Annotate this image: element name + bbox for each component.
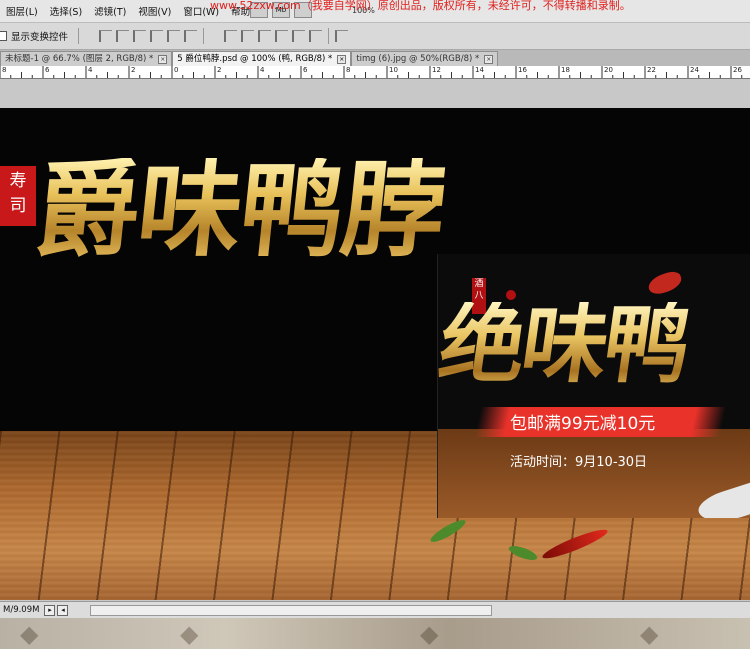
- ruler-number: 2: [131, 66, 136, 74]
- ruler-number: 24: [690, 66, 699, 74]
- bg-glyph: ◆: [420, 620, 439, 648]
- distribute-left-icon[interactable]: [275, 30, 289, 42]
- promo-text: 包邮满99元减10元: [510, 414, 656, 434]
- ruler-number: 6: [45, 66, 50, 74]
- scroll-left-arrow[interactable]: ◂: [57, 604, 69, 616]
- ruler-number: 20: [604, 66, 613, 74]
- show-transform-label: 显示变换控件: [11, 32, 69, 43]
- menu-filter[interactable]: 滤镜(T): [88, 4, 132, 18]
- distribute-right-icon[interactable]: [309, 30, 323, 42]
- close-icon[interactable]: ×: [337, 54, 347, 64]
- ruler-number: 10: [389, 66, 398, 74]
- align-vcenter-icon[interactable]: [116, 30, 130, 42]
- ruler-number: 22: [647, 66, 656, 74]
- align-buttons: [99, 30, 198, 42]
- ruler-number: 14: [475, 66, 484, 74]
- ruler-number: 26: [733, 66, 742, 74]
- document-tabs: 未标题-1 @ 66.7% (图层 2, RGB/8) * × 5 爵位鸭脖.p…: [0, 50, 750, 66]
- status-bar: M/9.09M ▸ ◂: [0, 601, 750, 618]
- horizontal-ruler[interactable]: 86420246810121416182022242628: [0, 66, 750, 79]
- menu-view[interactable]: 视图(V): [132, 4, 177, 18]
- auto-align-icon[interactable]: [335, 30, 349, 42]
- separator: [328, 28, 330, 44]
- align-bottom-icon[interactable]: [133, 30, 147, 42]
- tab-label: 5 爵位鸭脖.psd @ 100% (鸭, RGB/8) *: [177, 54, 333, 64]
- bg-glyph: ◆: [20, 620, 39, 648]
- separator: [78, 28, 80, 44]
- separator: [203, 28, 205, 44]
- ruler-number: 12: [432, 66, 441, 74]
- ruler-ticks: [0, 66, 743, 78]
- menu-layer[interactable]: 图层(L): [0, 4, 44, 18]
- tab-juewei-yabo[interactable]: 5 爵位鸭脖.psd @ 100% (鸭, RGB/8) * ×: [172, 51, 352, 66]
- ruler-number: 4: [88, 66, 93, 74]
- main-title: 爵味鸭脖: [29, 148, 451, 271]
- align-hcenter-icon[interactable]: [167, 30, 181, 42]
- distribute-hcenter-icon[interactable]: [292, 30, 306, 42]
- tab-label: 未标题-1 @ 66.7% (图层 2, RGB/8) *: [5, 54, 154, 64]
- ruler-number: 16: [518, 66, 527, 74]
- seal-char: 司: [9, 196, 27, 216]
- document-canvas[interactable]: 寿 司 爵味鸭脖 酒八 绝味鸭 包邮满99元减10元 活动时间：9月10-30日: [0, 108, 750, 600]
- options-bar: 显示变换控件: [0, 23, 750, 50]
- distribute-bottom-icon[interactable]: [258, 30, 272, 42]
- ruler-number: 4: [260, 66, 265, 74]
- show-transform-checkbox[interactable]: [0, 31, 7, 41]
- horizontal-scrollbar[interactable]: [90, 605, 492, 616]
- ruler-number: 6: [303, 66, 308, 74]
- close-icon[interactable]: ×: [484, 54, 494, 64]
- overlay-title: 绝味鸭: [438, 294, 693, 395]
- distribute-vcenter-icon[interactable]: [241, 30, 255, 42]
- ruler-number: 8: [346, 66, 351, 74]
- pepper-icon: [645, 268, 685, 298]
- bg-glyph: ◆: [180, 620, 199, 648]
- status-menu-arrow[interactable]: ▸: [44, 604, 56, 616]
- menu-select[interactable]: 选择(S): [44, 4, 88, 18]
- document-size[interactable]: M/9.09M: [0, 605, 42, 615]
- tab-timg-6[interactable]: timg (6).jpg @ 50%(RGB/8) * ×: [351, 51, 499, 66]
- seal-stamp: 寿 司: [0, 166, 36, 226]
- bg-glyph: ◆: [640, 620, 659, 648]
- menu-bar: 图层(L) 选择(S) 滤镜(T) 视图(V) 窗口(W) 帮助(H) Mb 1…: [0, 0, 750, 23]
- distribute-buttons: [224, 30, 323, 42]
- watermark-text: www.52zxw.com（我要自学网）原创出品，版权所有，未经许可，不得转播和…: [210, 0, 631, 12]
- event-date: 活动时间：9月10-30日: [510, 455, 648, 470]
- close-icon[interactable]: ×: [158, 54, 168, 64]
- ruler-number: 8: [2, 66, 7, 74]
- tab-label: timg (6).jpg @ 50%(RGB/8) *: [356, 54, 480, 64]
- align-right-icon[interactable]: [184, 30, 198, 42]
- ruler-number: 2: [217, 66, 222, 74]
- ruler-number: 0: [174, 66, 179, 74]
- tab-untitled-1[interactable]: 未标题-1 @ 66.7% (图层 2, RGB/8) * ×: [0, 51, 173, 66]
- ruler-number: 18: [561, 66, 570, 74]
- background-window: ◆ ◆ ◆ ◆: [0, 618, 750, 649]
- align-left-icon[interactable]: [150, 30, 164, 42]
- align-top-icon[interactable]: [99, 30, 113, 42]
- overlay-image-layer[interactable]: 酒八 绝味鸭 包邮满99元减10元 活动时间：9月10-30日: [437, 254, 750, 518]
- seal-char: 寿: [9, 171, 27, 191]
- distribute-top-icon[interactable]: [224, 30, 238, 42]
